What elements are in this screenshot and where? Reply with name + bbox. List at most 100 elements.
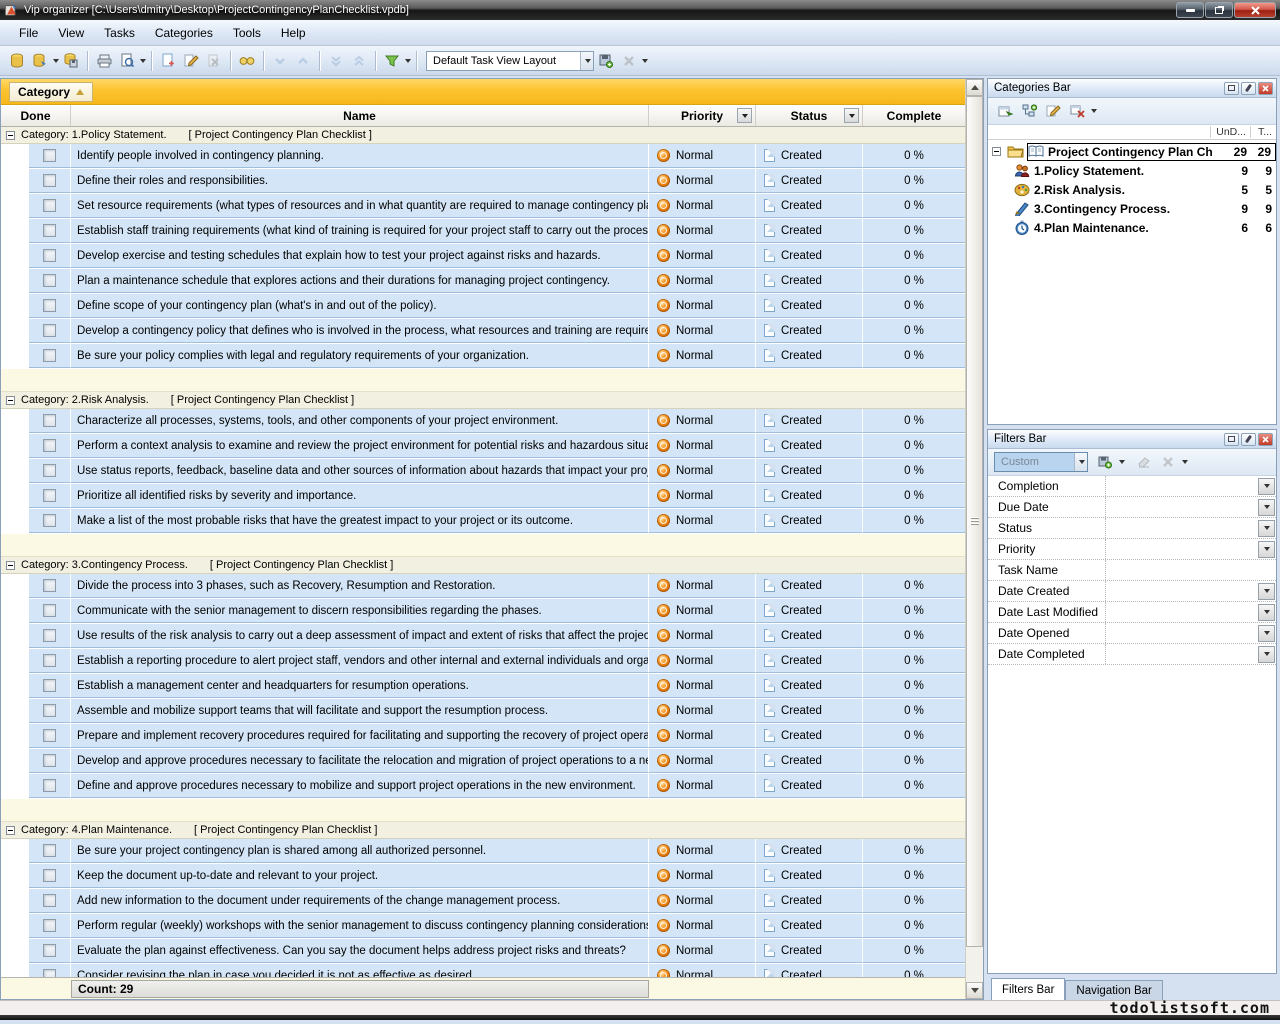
- priority-cell[interactable]: Normal: [649, 344, 756, 368]
- priority-cell[interactable]: Normal: [649, 459, 756, 483]
- priority-cell[interactable]: Normal: [649, 294, 756, 318]
- task-name-cell[interactable]: Use status reports, feedback, baseline d…: [71, 459, 649, 483]
- toolbar-overflow-caret[interactable]: [642, 59, 648, 63]
- save-filter-caret[interactable]: [1119, 460, 1125, 464]
- status-cell[interactable]: Created: [756, 624, 863, 648]
- done-checkbox[interactable]: [43, 349, 56, 362]
- status-cell[interactable]: Created: [756, 599, 863, 623]
- task-name-cell[interactable]: Consider revising the plan in case you d…: [71, 964, 649, 977]
- task-row[interactable]: Define their roles and responsibilities.…: [1, 169, 965, 194]
- filter-value-field[interactable]: [1106, 623, 1258, 643]
- filter-value-field[interactable]: [1106, 539, 1258, 559]
- done-checkbox[interactable]: [43, 149, 56, 162]
- priority-cell[interactable]: Normal: [649, 774, 756, 798]
- restore-button[interactable]: [1205, 2, 1233, 18]
- filter-dropdown-button[interactable]: [1258, 499, 1275, 516]
- task-name-cell[interactable]: Add new information to the document unde…: [71, 889, 649, 913]
- print-caret[interactable]: [140, 59, 146, 63]
- tree-item-root[interactable]: Project Contingency Plan Ch2929: [988, 142, 1276, 161]
- status-cell[interactable]: Created: [756, 839, 863, 863]
- task-name-cell[interactable]: Evaluate the plan against effectiveness.…: [71, 939, 649, 963]
- task-row[interactable]: Prepare and implement recovery procedure…: [1, 724, 965, 749]
- task-name-cell[interactable]: Define scope of your contingency plan (w…: [71, 294, 649, 318]
- move-up-button[interactable]: [292, 50, 314, 72]
- task-row[interactable]: Define and approve procedures necessary …: [1, 774, 965, 799]
- save-filter-button[interactable]: [1094, 451, 1116, 473]
- filters-pin-button[interactable]: [1241, 433, 1256, 446]
- task-name-cell[interactable]: Perform a context analysis to examine an…: [71, 434, 649, 458]
- delete-task-button[interactable]: [203, 50, 225, 72]
- filter-dropdown-button[interactable]: [1258, 625, 1275, 642]
- filter-value-field[interactable]: [1106, 497, 1258, 517]
- task-name-cell[interactable]: Divide the process into 3 phases, such a…: [71, 574, 649, 598]
- done-checkbox[interactable]: [43, 969, 56, 977]
- open-database-button[interactable]: [29, 50, 51, 72]
- task-name-cell[interactable]: Characterize all processes, systems, too…: [71, 409, 649, 433]
- layout-combo-dropdown[interactable]: [580, 52, 593, 70]
- task-row[interactable]: Use results of the risk analysis to carr…: [1, 624, 965, 649]
- status-cell[interactable]: Created: [756, 344, 863, 368]
- task-name-cell[interactable]: Define and approve procedures necessary …: [71, 774, 649, 798]
- delete-category-button[interactable]: [1066, 100, 1088, 122]
- task-row[interactable]: Prioritize all identified risks by sever…: [1, 484, 965, 509]
- menu-view[interactable]: View: [49, 22, 93, 44]
- status-filter-dropdown[interactable]: [844, 108, 859, 123]
- tree-item[interactable]: 1.Policy Statement.99: [988, 161, 1276, 180]
- task-name-cell[interactable]: Be sure your policy complies with legal …: [71, 344, 649, 368]
- status-cell[interactable]: Created: [756, 434, 863, 458]
- status-cell[interactable]: Created: [756, 219, 863, 243]
- task-row[interactable]: Perform regular (weekly) workshops with …: [1, 914, 965, 939]
- task-name-cell[interactable]: Develop exercise and testing schedules t…: [71, 244, 649, 268]
- priority-cell[interactable]: Normal: [649, 939, 756, 963]
- priority-cell[interactable]: Normal: [649, 484, 756, 508]
- task-row[interactable]: Divide the process into 3 phases, such a…: [1, 574, 965, 599]
- task-row[interactable]: Perform a context analysis to examine an…: [1, 434, 965, 459]
- status-cell[interactable]: Created: [756, 484, 863, 508]
- priority-cell[interactable]: Normal: [649, 889, 756, 913]
- column-header-priority[interactable]: Priority: [649, 105, 756, 126]
- category-group-row[interactable]: Category: 2.Risk Analysis.[ Project Cont…: [1, 392, 965, 409]
- filter-dropdown-button[interactable]: [1258, 604, 1275, 621]
- task-name-cell[interactable]: Perform regular (weekly) workshops with …: [71, 914, 649, 938]
- collapse-icon[interactable]: [6, 396, 15, 405]
- filter-preset-combo[interactable]: Custom: [994, 452, 1088, 472]
- status-cell[interactable]: Created: [756, 319, 863, 343]
- scroll-up-button[interactable]: [966, 79, 983, 96]
- priority-cell[interactable]: Normal: [649, 219, 756, 243]
- done-checkbox[interactable]: [43, 729, 56, 742]
- column-header-complete[interactable]: Complete: [863, 105, 965, 126]
- task-name-cell[interactable]: Identify people involved in contingency …: [71, 144, 649, 168]
- done-checkbox[interactable]: [43, 489, 56, 502]
- priority-cell[interactable]: Normal: [649, 724, 756, 748]
- task-row[interactable]: Add new information to the document unde…: [1, 889, 965, 914]
- done-checkbox[interactable]: [43, 199, 56, 212]
- done-checkbox[interactable]: [43, 944, 56, 957]
- priority-cell[interactable]: Normal: [649, 434, 756, 458]
- scroll-track[interactable]: [966, 96, 983, 982]
- filter-dropdown-button[interactable]: [1258, 541, 1275, 558]
- move-down-button[interactable]: [269, 50, 291, 72]
- status-cell[interactable]: Created: [756, 509, 863, 533]
- column-header-name[interactable]: Name: [71, 105, 649, 126]
- status-cell[interactable]: Created: [756, 269, 863, 293]
- done-checkbox[interactable]: [43, 894, 56, 907]
- priority-cell[interactable]: Normal: [649, 914, 756, 938]
- status-cell[interactable]: Created: [756, 144, 863, 168]
- priority-filter-dropdown[interactable]: [737, 108, 752, 123]
- task-row[interactable]: Establish a reporting procedure to alert…: [1, 649, 965, 674]
- priority-cell[interactable]: Normal: [649, 244, 756, 268]
- filters-restore-button[interactable]: [1224, 433, 1239, 446]
- status-cell[interactable]: Created: [756, 194, 863, 218]
- filter-value-field[interactable]: [1106, 644, 1258, 664]
- move-top-button[interactable]: [348, 50, 370, 72]
- delete-layout-button[interactable]: [618, 50, 640, 72]
- collapse-icon[interactable]: [6, 561, 15, 570]
- status-cell[interactable]: Created: [756, 749, 863, 773]
- done-checkbox[interactable]: [43, 604, 56, 617]
- status-cell[interactable]: Created: [756, 409, 863, 433]
- priority-cell[interactable]: Normal: [649, 699, 756, 723]
- status-cell[interactable]: Created: [756, 889, 863, 913]
- filter-dropdown-button[interactable]: [1258, 583, 1275, 600]
- filter-dropdown-button[interactable]: [1258, 478, 1275, 495]
- filter-value-field[interactable]: [1106, 560, 1276, 580]
